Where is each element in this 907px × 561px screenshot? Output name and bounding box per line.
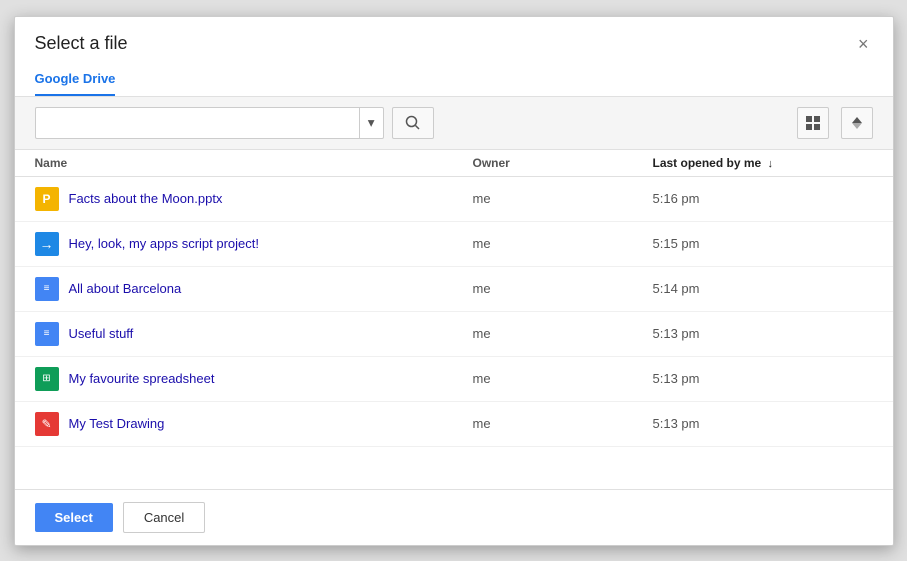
table-row[interactable]: → Hey, look, my apps script project! me … bbox=[15, 222, 893, 267]
file-owner: me bbox=[473, 191, 653, 206]
search-icon bbox=[405, 115, 421, 131]
table-row[interactable]: ✎ My Test Drawing me 5:13 pm bbox=[15, 402, 893, 447]
col-header-owner[interactable]: Owner bbox=[473, 156, 653, 170]
file-owner: me bbox=[473, 371, 653, 386]
search-button[interactable] bbox=[392, 107, 434, 139]
search-wrapper: ▾ bbox=[35, 107, 384, 139]
file-name: Facts about the Moon.pptx bbox=[69, 191, 223, 206]
file-icon-sheet: ⊞ bbox=[35, 367, 59, 391]
cancel-button[interactable]: Cancel bbox=[123, 502, 205, 533]
dialog-footer: Select Cancel bbox=[15, 489, 893, 545]
file-date: 5:13 pm bbox=[653, 371, 873, 386]
table-row[interactable]: P Facts about the Moon.pptx me 5:16 pm bbox=[15, 177, 893, 222]
dialog-title: Select a file bbox=[35, 33, 128, 54]
file-name: Useful stuff bbox=[69, 326, 134, 341]
file-owner: me bbox=[473, 281, 653, 296]
search-input[interactable] bbox=[36, 115, 359, 130]
table-row[interactable]: ⊞ My favourite spreadsheet me 5:13 pm bbox=[15, 357, 893, 402]
file-date: 5:16 pm bbox=[653, 191, 873, 206]
file-icon-pptx: P bbox=[35, 187, 59, 211]
file-name: Hey, look, my apps script project! bbox=[69, 236, 260, 251]
grid-view-button[interactable] bbox=[797, 107, 829, 139]
tabs-bar: Google Drive bbox=[15, 63, 893, 97]
file-list-header: Name Owner Last opened by me ↓ bbox=[15, 150, 893, 177]
file-icon-drawing: ✎ bbox=[35, 412, 59, 436]
sort-icon bbox=[849, 115, 865, 131]
tab-google-drive[interactable]: Google Drive bbox=[35, 63, 116, 96]
col-header-date[interactable]: Last opened by me ↓ bbox=[653, 156, 873, 170]
file-owner: me bbox=[473, 416, 653, 431]
file-name: All about Barcelona bbox=[69, 281, 182, 296]
grid-icon bbox=[805, 115, 821, 131]
col-header-name[interactable]: Name bbox=[35, 156, 473, 170]
select-file-dialog: Select a file × Google Drive ▾ bbox=[14, 16, 894, 546]
sort-arrow-icon: ↓ bbox=[768, 158, 774, 170]
file-owner: me bbox=[473, 326, 653, 341]
dialog-header: Select a file × bbox=[15, 17, 893, 55]
close-button[interactable]: × bbox=[854, 33, 873, 55]
table-row[interactable]: ≡ Useful stuff me 5:13 pm bbox=[15, 312, 893, 357]
toolbar: ▾ bbox=[15, 97, 893, 150]
table-row[interactable]: ≡ All about Barcelona me 5:14 pm bbox=[15, 267, 893, 312]
file-name: My favourite spreadsheet bbox=[69, 371, 215, 386]
file-date: 5:13 pm bbox=[653, 326, 873, 341]
file-date: 5:14 pm bbox=[653, 281, 873, 296]
file-date: 5:15 pm bbox=[653, 236, 873, 251]
file-icon-doc: ≡ bbox=[35, 322, 59, 346]
file-list: Name Owner Last opened by me ↓ P Facts a… bbox=[15, 150, 893, 489]
file-owner: me bbox=[473, 236, 653, 251]
file-name: My Test Drawing bbox=[69, 416, 165, 431]
select-button[interactable]: Select bbox=[35, 503, 113, 532]
file-icon-script: → bbox=[35, 232, 59, 256]
search-dropdown-button[interactable]: ▾ bbox=[359, 108, 383, 138]
file-date: 5:13 pm bbox=[653, 416, 873, 431]
dropdown-arrow-icon: ▾ bbox=[368, 115, 375, 131]
file-icon-doc: ≡ bbox=[35, 277, 59, 301]
sort-view-button[interactable] bbox=[841, 107, 873, 139]
